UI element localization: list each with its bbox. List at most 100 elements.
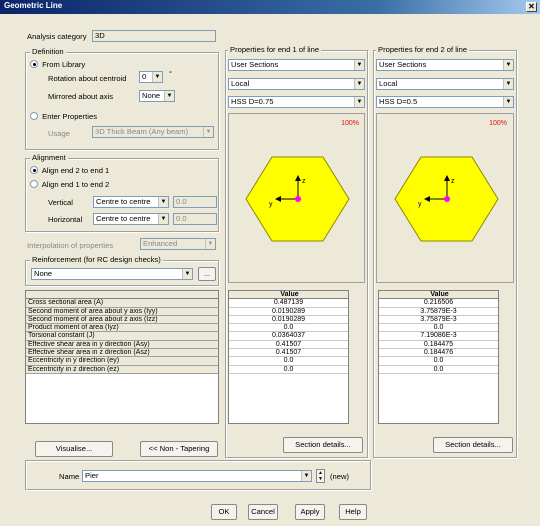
radio-icon [30,60,38,68]
end1-value[interactable]: 0.0190289 [229,308,348,316]
end1-library-value: User Sections [231,60,279,69]
z-axis-label: z [451,178,455,185]
end2-library-value: User Sections [379,60,427,69]
end1-value[interactable]: 0.0 [229,324,348,333]
end2-value[interactable]: 0.184475 [379,341,498,350]
close-icon[interactable]: ✕ [526,2,537,12]
end1-section-shape: z y [245,156,350,242]
non-tapering-button[interactable]: << Non - Tapering [140,441,218,457]
end2-library-select[interactable]: User Sections ▼ [376,59,514,71]
horizontal-value: Centre to centre [96,214,151,223]
end2-section-shape: z y [394,156,499,242]
dropdown-arrow-icon: ▼ [354,97,364,107]
property-label: Cross sectional area (A) [26,299,218,308]
rotation-value: 0 [142,72,147,81]
reinforcement-select[interactable]: None ▼ [31,268,193,280]
interpolation-label: Interpolation of properties [27,241,114,250]
radio-icon [30,166,38,174]
y-axis-label: y [269,201,273,208]
help-button[interactable]: Help [339,504,367,520]
end2-value[interactable]: 0.216506 [379,299,498,308]
property-label: Torsional constant (J) [26,332,218,341]
end1-scope-select[interactable]: Local ▼ [228,78,365,90]
end1-value[interactable]: 0.487139 [229,299,348,308]
from-library-radio[interactable]: From Library [30,60,86,71]
property-label: Product moment of area (Iyz) [26,324,218,333]
end1-section-details-button[interactable]: Section details... [283,437,363,453]
align-end1-to-end2-radio[interactable]: Align end 1 to end 2 [30,180,110,191]
end2-title: Properties for end 2 of line [376,45,470,55]
dropdown-arrow-icon: ▼ [354,79,364,89]
end1-value[interactable]: 0.0190289 [229,316,348,325]
interpolation-value: Enhanced [143,239,178,248]
end1-value[interactable]: 0.41507 [229,341,348,350]
name-new-label: (new) [330,472,349,481]
align-end2-to-end1-radio[interactable]: Align end 2 to end 1 [30,166,109,177]
value-header: Value [379,291,498,300]
end2-values-grid: Value 0.216506 3.75879E-3 3.75879E-3 0.0… [378,290,499,424]
centroid-marker [444,196,450,202]
dropdown-arrow-icon: ▼ [152,72,162,82]
end2-value[interactable]: 0.0 [379,324,498,333]
end2-section-details-button[interactable]: Section details... [433,437,513,453]
end2-section-preview[interactable]: 100% z y [376,113,514,283]
end1-value[interactable]: 0.41507 [229,349,348,358]
dropdown-arrow-icon: ▼ [203,127,213,137]
end1-value[interactable]: 0.0 [229,365,348,374]
end1-library-select[interactable]: User Sections ▼ [228,59,365,71]
end2-value[interactable]: 3.75879E-3 [379,308,498,316]
analysis-category-label: Analysis category [27,32,87,41]
end1-title: Properties for end 1 of line [228,45,322,55]
dropdown-arrow-icon: ▼ [301,471,311,481]
usage-label: Usage [48,129,70,138]
reinforcement-browse-button[interactable]: ... [198,267,216,281]
property-label: Effective shear area in z direction (Asz… [26,349,218,358]
rotation-select[interactable]: 0 ▼ [139,71,163,83]
value-header: Value [229,291,348,300]
property-label: Effective shear area in y direction (Asy… [26,340,218,350]
enter-properties-label: Enter Properties [42,112,97,121]
window-title: Geometric Line [4,1,63,10]
mirrored-select[interactable]: None ▼ [139,90,175,102]
end2-value[interactable]: 3.75879E-3 [379,316,498,325]
end2-section-value: HSS D=0.5 [379,97,418,106]
end1-values-grid: Value 0.487139 0.0190289 0.0190289 0.0 0… [228,290,349,424]
apply-button[interactable]: Apply [295,504,325,520]
centroid-marker [295,196,301,202]
rotation-label: Rotation about centroid [48,74,127,83]
end2-scope-select[interactable]: Local ▼ [376,78,514,90]
ok-button[interactable]: OK [211,504,237,520]
dropdown-arrow-icon: ▼ [164,91,174,101]
cancel-button[interactable]: Cancel [248,504,278,520]
enter-properties-radio[interactable]: Enter Properties [30,112,97,123]
align-end1-label: Align end 1 to end 2 [41,180,110,189]
dropdown-arrow-icon: ▼ [205,239,215,249]
y-axis-label: y [418,201,422,208]
usage-value: 3D Thick Beam (Any beam) [95,127,189,136]
dropdown-arrow-icon: ▼ [503,79,513,89]
mirrored-value: None [142,91,161,100]
dropdown-arrow-icon: ▼ [503,97,513,107]
end1-section-select[interactable]: HSS D=0.75 ▼ [228,96,365,108]
visualise-button[interactable]: Visualise... [35,441,113,457]
end1-value[interactable]: 0.0 [229,357,348,366]
mirrored-label: Mirrored about axis [48,92,113,101]
property-label: Eccentricity in y direction (ey) [26,357,218,366]
name-select[interactable]: Pier ▼ [82,470,312,482]
vertical-select[interactable]: Centre to centre ▼ [93,196,169,208]
horizontal-offset-field: 0.0 [173,213,217,225]
end2-section-select[interactable]: HSS D=0.5 ▼ [376,96,514,108]
title-bar: Geometric Line ✕ [0,0,540,14]
end1-value[interactable]: 0.0364037 [229,332,348,341]
from-library-label: From Library [42,60,86,69]
end2-value[interactable]: 0.184476 [379,349,498,358]
horizontal-select[interactable]: Centre to centre ▼ [93,213,169,225]
dropdown-arrow-icon: ▼ [354,60,364,70]
end1-section-preview[interactable]: 100% z y [228,113,365,283]
end2-value[interactable]: 0.0 [379,366,498,374]
reinforcement-value: None [34,269,53,278]
end2-value[interactable]: 0.0 [379,357,498,366]
spinner-icon[interactable]: ▲ ▼ [316,469,325,483]
end2-value[interactable]: 7.19086E-3 [379,332,498,341]
end1-scope-value: Local [231,79,250,88]
